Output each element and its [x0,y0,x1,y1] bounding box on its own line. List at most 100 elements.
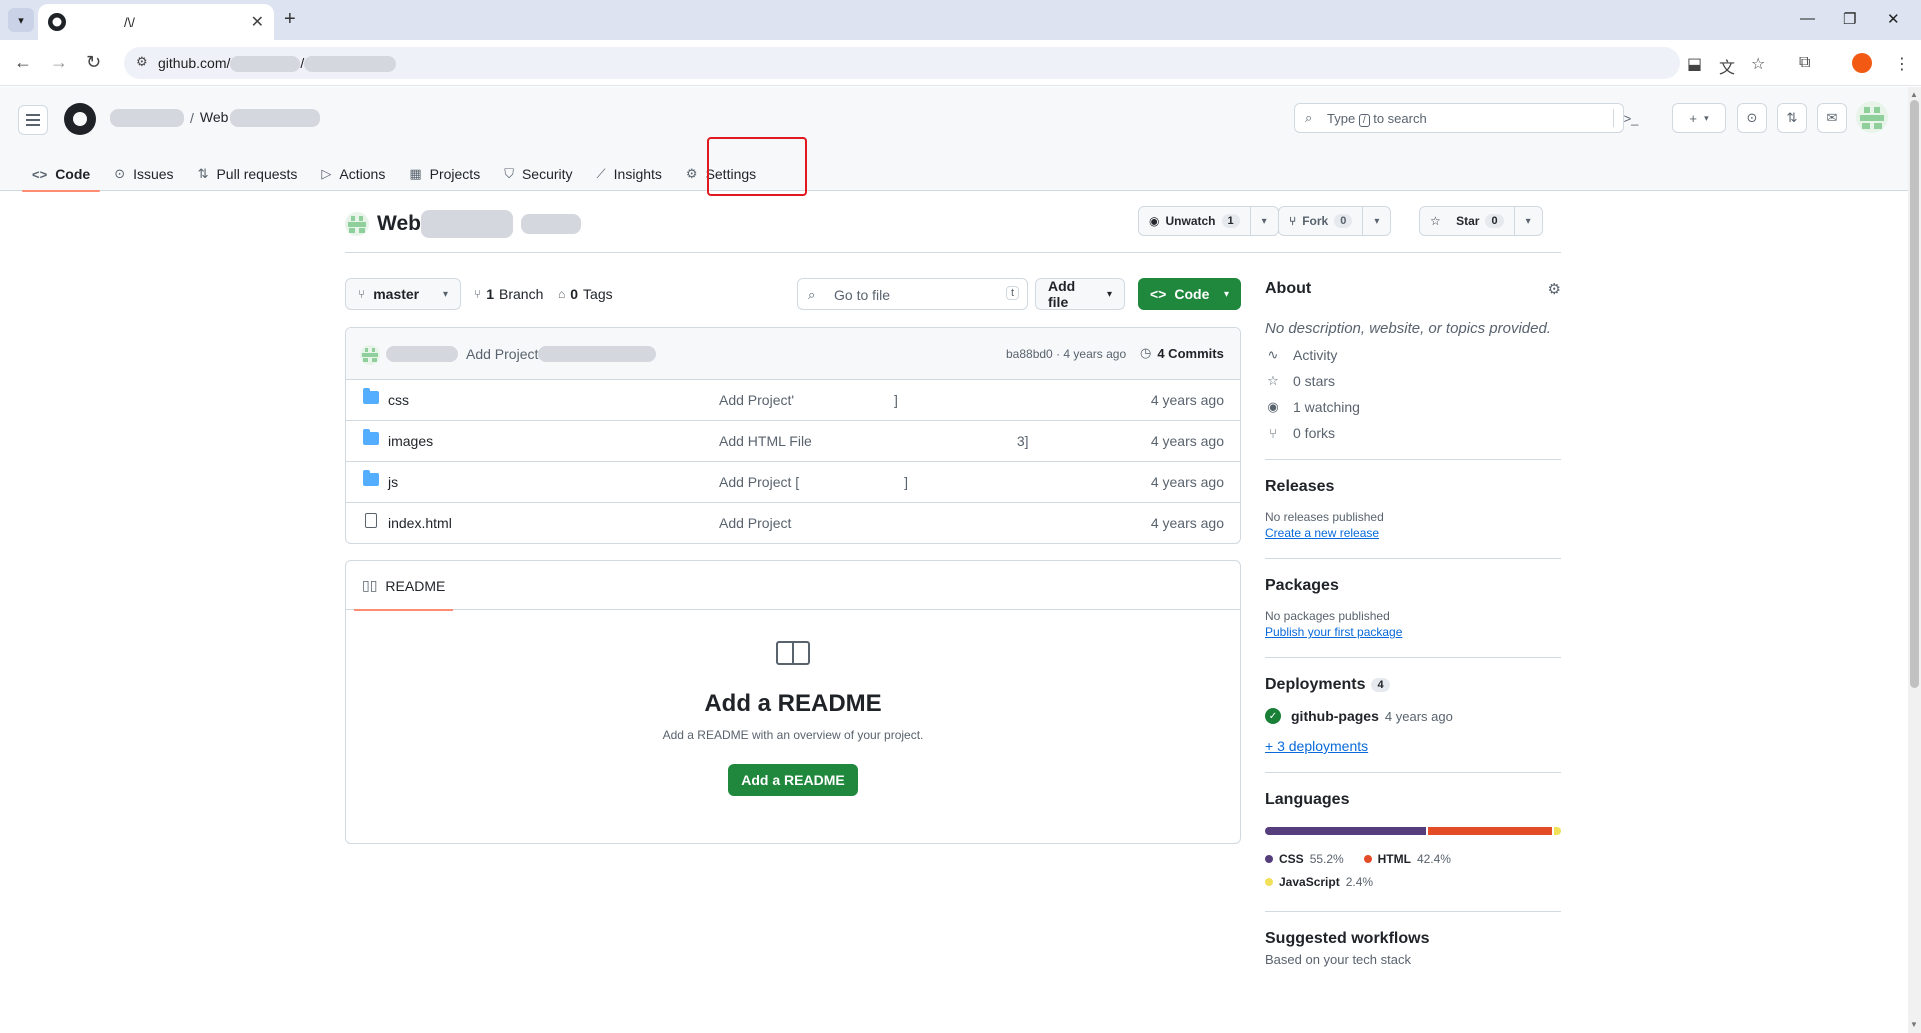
unwatch-button[interactable]: ◉ Unwatch 1 ▾ [1138,206,1279,236]
scroll-up-icon[interactable]: ▲ [1910,90,1918,99]
activity-link[interactable]: ∿ Activity [1265,347,1561,363]
tab-issues[interactable]: ⊙ Issues [102,157,185,191]
code-button[interactable]: <> Code ▾ [1138,278,1241,310]
file-table: Add Project ba88bd0 · 4 years ago ◷ 4 Com… [345,327,1241,544]
create-release-link[interactable]: Create a new release [1265,526,1561,540]
repo-link[interactable]: Web [200,109,321,128]
table-row[interactable]: images Add HTML File 3] 4 years ago [346,421,1240,462]
commit-sha[interactable]: ba88bd0 · 4 years ago [1006,347,1126,361]
about-description: No description, website, or topics provi… [1265,320,1551,337]
breadcrumb: / Web [110,109,321,128]
table-row[interactable]: css Add Project'] 4 years ago [346,380,1240,421]
branches-link[interactable]: ⑂ 1 Branch [474,286,543,302]
issues-icon[interactable]: ⊙ [1737,103,1767,133]
inbox-icon[interactable]: ✉ [1817,103,1847,133]
forks-link[interactable]: ⑂ 0 forks [1265,425,1561,441]
publish-package-link[interactable]: Publish your first package [1265,625,1561,639]
table-row[interactable]: index.html Add Project 4 years ago [346,503,1240,543]
install-app-icon[interactable]: ⬓ [1687,54,1702,74]
releases-heading[interactable]: Releases [1265,478,1561,496]
create-new-button[interactable]: + ▾ [1672,103,1726,133]
site-info-icon[interactable]: ⚙ [136,54,148,70]
branch-selector[interactable]: ⑂ master ▾ [345,278,461,310]
tab-readme[interactable]: ▯▯ README [354,561,454,611]
scroll-down-icon[interactable]: ▼ [1910,1020,1918,1029]
commit-message-link[interactable]: Add Project [] [719,474,908,490]
tags-link[interactable]: ⌂ 0 Tags [558,286,613,302]
minimize-icon[interactable]: — [1800,10,1815,27]
tab-code[interactable]: <> Code [20,157,102,192]
commit-message-link[interactable]: Add Project'] [719,392,898,408]
tab-projects[interactable]: ▦ Projects [397,157,492,191]
user-avatar[interactable] [1856,101,1888,133]
tab-settings[interactable]: ⚙ Settings [674,157,768,191]
more-deployments-link[interactable]: + 3 deployments [1265,738,1561,754]
tab-actions[interactable]: ▷ Actions [309,157,397,191]
file-name-link[interactable]: js [388,474,398,490]
go-to-file-placeholder: Go to file [834,287,891,303]
gear-icon: ⚙ [685,166,698,181]
chevron-down-icon[interactable]: ▾ [1249,207,1278,235]
commit-message-link[interactable]: Add Project [719,515,791,531]
tab-security[interactable]: ⛉ Security [492,157,584,191]
tab-pull-requests[interactable]: ⇅ Pull requests [186,157,310,191]
github-header: / Web ⌕ Type / to search >_ + ▾ ⊙ ⇅ ✉ <>… [0,87,1908,192]
file-name-link[interactable]: css [388,392,409,408]
restore-icon[interactable]: ❐ [1843,10,1856,28]
browser-menu-icon[interactable]: ⋮ [1894,54,1910,74]
language-item[interactable]: JavaScript 2.4% [1265,871,1373,893]
profile-avatar[interactable] [1852,53,1872,73]
pull-request-icon: ⇅ [197,166,209,181]
reload-icon[interactable]: ↻ [86,52,101,73]
extensions-icon[interactable]: ⧉ [1799,54,1810,72]
watchers-link[interactable]: ◉ 1 watching [1265,399,1561,415]
bookmark-star-icon[interactable]: ☆ [1751,54,1765,74]
global-search-input[interactable]: ⌕ Type / to search [1294,103,1624,133]
file-name-link[interactable]: images [388,433,433,449]
back-icon[interactable]: ← [14,52,32,73]
add-file-button[interactable]: Add file ▾ [1035,278,1125,310]
scrollbar-thumb[interactable] [1910,100,1919,688]
commits-link[interactable]: ◷ 4 Commits [1140,345,1224,361]
browser-tab[interactable]: /\/ ✕ [38,4,274,40]
add-readme-button[interactable]: Add a README [728,764,858,796]
commit-date: 4 years ago [1150,392,1224,408]
fork-button[interactable]: ⑂ Fork 0 ▾ [1278,206,1392,236]
star-button[interactable]: ☆ Star 0 ▾ [1419,206,1543,236]
new-tab-button[interactable]: + [284,8,296,31]
graph-icon: ⟋ [596,166,606,181]
owner-link[interactable] [110,109,184,128]
repo-title: Web [345,210,581,238]
stars-link[interactable]: ☆ 0 stars [1265,373,1561,389]
chevron-down-icon[interactable]: ▾ [1513,207,1542,235]
forward-icon[interactable]: → [50,52,68,73]
deployment-item[interactable]: ✓ github-pages 4 years ago [1265,708,1561,724]
deployments-heading[interactable]: Deployments 4 [1265,676,1561,694]
table-row[interactable]: js Add Project [] 4 years ago [346,462,1240,503]
latest-commit-message[interactable]: Add Project [386,346,657,362]
go-to-file-input[interactable]: ⌕ Go to file t [797,278,1028,310]
pull-requests-icon[interactable]: ⇅ [1777,103,1807,133]
translate-icon[interactable]: 文 [1719,54,1735,78]
language-bar-segment [1554,827,1561,835]
eye-icon: ◉ [1149,214,1160,228]
gear-icon[interactable]: ⚙ [1548,280,1561,298]
packages-heading[interactable]: Packages [1265,577,1561,595]
command-palette-icon[interactable]: >_ [1616,103,1646,133]
fork-icon: ⑂ [1269,425,1277,441]
tab-insights[interactable]: ⟋ Insights [585,157,674,191]
language-item[interactable]: HTML 42.4% [1363,848,1451,870]
repo-name: Web [377,212,421,235]
github-logo-icon[interactable] [64,103,96,135]
close-window-icon[interactable]: ✕ [1887,10,1900,28]
file-name-link[interactable]: index.html [388,515,452,531]
no-packages-text: No packages published [1265,609,1390,623]
chevron-down-icon[interactable]: ▾ [1362,207,1390,235]
tab-search-button[interactable]: ▾ [8,8,34,32]
address-bar[interactable]: ⚙ github.com// [124,47,1680,79]
hamburger-menu-icon[interactable] [18,105,48,135]
no-releases-text: No releases published [1265,510,1384,524]
close-tab-icon[interactable]: ✕ [251,12,264,32]
language-item[interactable]: CSS 55.2% [1265,848,1344,870]
commit-message-link[interactable]: Add HTML File 3] [719,433,1029,449]
